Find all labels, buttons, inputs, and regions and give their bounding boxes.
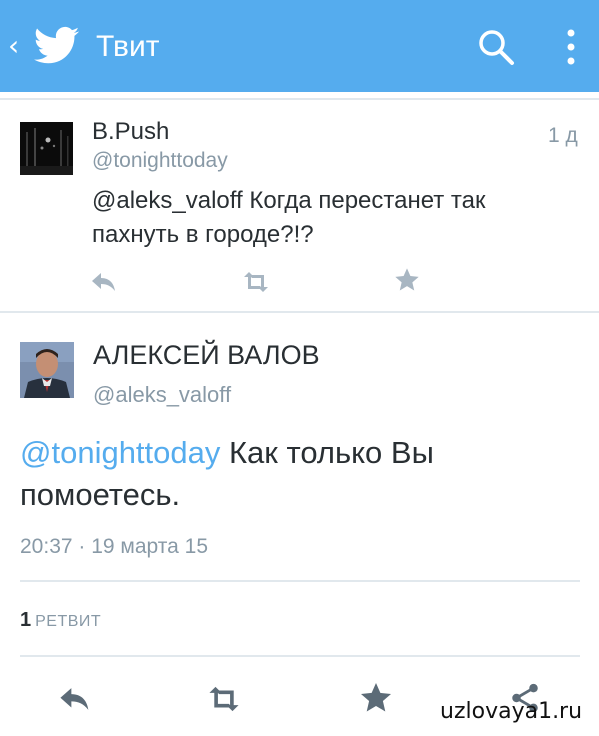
tweet-time: 1 д bbox=[548, 124, 578, 147]
author-name[interactable]: B.Push bbox=[92, 118, 169, 146]
avatar[interactable] bbox=[20, 122, 73, 175]
retweet-count-label: РЕТВИТ bbox=[35, 613, 102, 630]
tweet-timestamp: 20:37 · 19 марта 15 bbox=[20, 535, 208, 558]
author-handle[interactable]: @aleks_valoff bbox=[93, 381, 231, 409]
page-title: Твит bbox=[96, 30, 160, 63]
avatar[interactable] bbox=[20, 342, 74, 398]
more-vert-icon[interactable] bbox=[556, 26, 586, 68]
retweet-count-value: 1 bbox=[20, 609, 32, 631]
mention-link[interactable]: @tonighttoday bbox=[20, 435, 220, 470]
search-icon[interactable] bbox=[476, 27, 516, 67]
reply-icon[interactable] bbox=[56, 682, 94, 716]
retweet-count[interactable]: 1 РЕТВИТ bbox=[20, 608, 101, 634]
divider bbox=[0, 311, 599, 313]
favorite-icon[interactable] bbox=[358, 680, 394, 716]
retweet-icon[interactable] bbox=[201, 682, 247, 716]
favorite-icon[interactable] bbox=[393, 266, 421, 294]
retweet-icon[interactable] bbox=[240, 268, 272, 296]
top-app-bar: ‹ Твит bbox=[0, 0, 599, 92]
divider bbox=[0, 98, 599, 100]
twitter-bird-icon[interactable] bbox=[34, 26, 80, 66]
divider bbox=[20, 655, 580, 657]
back-button[interactable]: ‹ bbox=[8, 31, 28, 61]
tweet-text: @aleks_valoff Когда перестанет так пахну… bbox=[92, 187, 486, 248]
author-handle[interactable]: @tonighttoday bbox=[92, 148, 228, 174]
divider bbox=[20, 580, 580, 582]
tweet-text: @tonighttoday Как только Вы помоетесь. bbox=[20, 432, 560, 516]
watermark: uzlovaya1.ru bbox=[440, 699, 583, 724]
reply-icon[interactable] bbox=[90, 268, 118, 296]
author-name[interactable]: АЛЕКСЕЙ ВАЛОВ bbox=[93, 339, 320, 371]
